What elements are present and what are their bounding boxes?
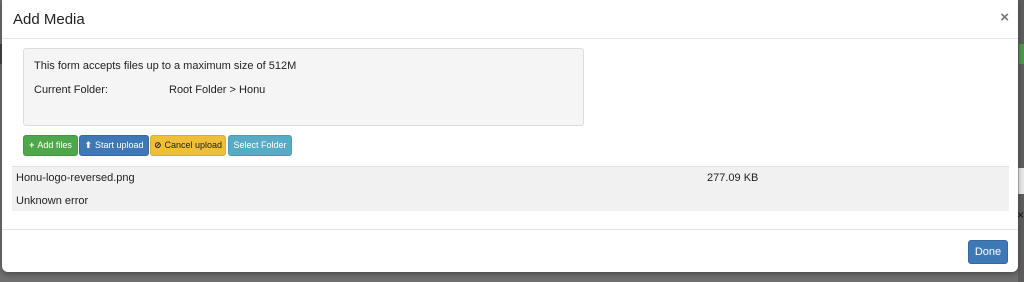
start-upload-button[interactable]: ⬆ Start upload — [79, 135, 149, 156]
cancel-upload-button[interactable]: ⊘ Cancel upload — [150, 135, 226, 156]
background-green-button — [1019, 44, 1024, 64]
current-folder-path: Root Folder > Honu — [169, 84, 266, 96]
add-files-label: Add files — [37, 140, 72, 150]
plus-icon: + — [29, 140, 35, 150]
file-size: 277.09 KB — [707, 172, 759, 184]
current-folder-label: Current Folder: — [34, 84, 108, 96]
file-error-message: Unknown error — [16, 195, 89, 207]
close-icon[interactable]: × — [1000, 9, 1009, 27]
add-files-button[interactable]: + Add files — [23, 135, 78, 156]
upload-icon: ⬆ — [84, 140, 92, 150]
ban-icon: ⊘ — [153, 140, 162, 150]
cancel-upload-label: Cancel upload — [164, 140, 223, 150]
background-input — [1018, 168, 1024, 194]
max-size-text: This form accepts files up to a maximum … — [34, 60, 297, 72]
add-media-modal: Add Media × This form accepts files up t… — [2, 0, 1018, 272]
background-page-edge-right — [1018, 0, 1024, 282]
modal-header: Add Media × — [2, 0, 1018, 39]
select-folder-label: Select Folder — [233, 140, 287, 150]
modal-title: Add Media — [13, 11, 85, 28]
background-close-icon: × — [1016, 208, 1024, 222]
modal-footer: Done — [2, 229, 1018, 272]
upload-info-box: This form accepts files up to a maximum … — [23, 48, 584, 126]
file-name: Honu-logo-reversed.png — [16, 172, 135, 184]
file-row: Honu-logo-reversed.png 277.09 KB Unknown… — [12, 166, 1009, 211]
start-upload-label: Start upload — [95, 140, 144, 150]
select-folder-button[interactable]: Select Folder — [228, 135, 292, 156]
done-button[interactable]: Done — [968, 240, 1008, 264]
